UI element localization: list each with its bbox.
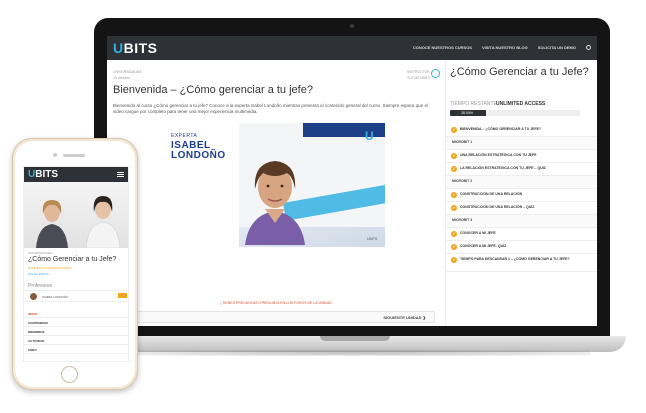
mobile-nav: UBITS (24, 167, 128, 182)
section-header[interactable]: MICROBIT 1 (446, 137, 597, 150)
lesson-item-label: CONOCER A MI JEFE (460, 231, 496, 235)
time-remaining-label: TIEMPO RESTANTE (450, 101, 497, 107)
course-cover-image (24, 182, 128, 248)
phone-speaker (63, 154, 85, 157)
course-title: ¿Cómo Gerenciar a tu Jefe? (450, 66, 589, 78)
check-icon: ✓ (451, 127, 457, 133)
tab-actividad[interactable]: ACTIVIDAD (24, 336, 128, 345)
lesson-item[interactable]: ✓ UNA RELACIÓN ESTRATÉGICA CON TU JEFE (446, 150, 597, 163)
lesson-item[interactable]: ✓ LA RELACIÓN ESTRATÉGICA CON TU JEFE – Q… (446, 163, 597, 176)
course-sidebar: ¿Cómo Gerenciar a tu Jefe? TIEMPO RESTAN… (445, 60, 597, 326)
professor-name: ISABEL LONDOÑO (42, 295, 69, 299)
phone-home-button (61, 366, 78, 383)
ubits-logo[interactable]: UBITS (113, 40, 158, 56)
lesson-item[interactable]: ✓ CONOCER A MI JEFE- QUIZ (446, 241, 597, 254)
check-icon: ✓ (451, 257, 457, 263)
lesson-item-label: CONSTRUCCIÓN DE UNA RELACIÓN (460, 192, 523, 196)
lesson-item[interactable]: ✓ CONOCER A MI JEFE (446, 228, 597, 241)
tab-inicio[interactable]: INICIO (24, 309, 128, 318)
tab-contenidos[interactable]: CONTENIDOS (24, 318, 128, 327)
professor-row[interactable]: ISABEL LONDOÑO (24, 290, 128, 302)
video-brand-small: UBITS (367, 237, 378, 241)
lesson-item[interactable]: ✓ CONSTRUCCIÓN DE UNA RELACIÓN – QUIZ (446, 202, 597, 215)
lesson-item-label: LA RELACIÓN ESTRATÉGICA CON TU JEFE – QU… (460, 166, 546, 170)
video-expert-label: EXPERTA (171, 133, 198, 139)
laptop-camera (350, 24, 354, 28)
tab-foro[interactable]: FORO (24, 345, 128, 354)
instructor-avatar (431, 69, 440, 78)
laptop-shadow (120, 350, 590, 356)
section-header[interactable]: MICROBIT 2 (446, 176, 597, 189)
lesson-item-label: UNA RELACIÓN ESTRATÉGICA CON TU JEFE (460, 153, 537, 157)
next-unit-button[interactable]: SIGUIENTE UNIDAD ❯ (383, 315, 426, 320)
lesson-item-label: CONOCER A MI JEFE- QUIZ (460, 244, 507, 248)
lesson-meta: UNIVERSIDADES 15 minutos (113, 69, 142, 81)
top-nav: UBITS CONOCE NUESTROS CURSOS VISITA NUES… (107, 36, 597, 60)
lesson-item-label: MICROBIT 3 (452, 218, 473, 222)
video-expert-last-name: LONDOÑO (171, 150, 226, 161)
lesson-description: Bienvenido al curso ¿Cómo gerenciar a tu… (113, 103, 428, 114)
professor-avatar (30, 293, 37, 300)
section-header[interactable]: MICROBIT 3 (446, 215, 597, 228)
phone-camera (53, 153, 57, 157)
nav-link-demo[interactable]: SOLICITA UN DEMO (538, 45, 576, 50)
lesson-item-label: TIEMPO PARA DESCANSAR 1 – ¿CÓMO GERENCIA… (460, 257, 570, 261)
access-label: UNLIMITED ACCESS (496, 101, 546, 107)
enrolled-count: 204 ALUMNOS (28, 272, 49, 276)
tab-miembros[interactable]: MIEMBROS (24, 327, 128, 336)
professors-heading: Profesores (28, 283, 53, 289)
check-icon: ✓ (451, 231, 457, 237)
phone-screen: UBITS UNIVERSIDADES ¿Cómo Gerenciar a tu… (23, 166, 129, 362)
lesson-item-label: MICROBIT 2 (452, 179, 473, 183)
mobile-ubits-logo[interactable]: UBITS (28, 169, 58, 180)
check-icon: ✓ (451, 166, 457, 172)
search-icon[interactable] (586, 45, 591, 50)
expert-portrait (245, 161, 305, 245)
laptop-notch (320, 336, 390, 341)
lesson-list: ✓ BIENVENIDA – ¿CÓMO GERENCIAR A TU JEFE?… (446, 124, 597, 272)
lesson-item[interactable]: ✓ CONSTRUCCIÓN DE UNA RELACIÓN (446, 189, 597, 202)
video-player[interactable]: U EXPERTA ISABEL LONDOÑO UBITS (163, 123, 385, 247)
lesson-main: UNIVERSIDADES 15 minutos INSTRUCTOR TUTO… (107, 60, 445, 326)
instructor-meta: INSTRUCTOR TUTOR UBITS (407, 69, 430, 81)
mobile-tabs: INICIO CONTENIDOS MIEMBROS ACTIVIDAD FOR… (24, 309, 128, 354)
forum-prompt[interactable]: ¿TIENES PREGUNTAS? PREGUNTA EN LOS FOROS… (107, 301, 445, 305)
lesson-item-label: BIENVENIDA – ¿CÓMO GERENCIAR A TU JEFE? (460, 127, 542, 131)
progress-percent: 28.00% (461, 111, 473, 115)
nav-links: CONOCE NUESTROS CURSOS VISITA NUESTRO BL… (413, 45, 591, 50)
video-brand-mark: U (365, 129, 374, 143)
check-icon: ✓ (451, 153, 457, 159)
lesson-item[interactable]: ✓ TIEMPO PARA DESCANSAR 1 – ¿CÓMO GERENCI… (446, 254, 597, 272)
woman-portrait-left (36, 200, 68, 248)
laptop-screen: UBITS CONOCE NUESTROS CURSOS VISITA NUES… (107, 36, 597, 326)
check-icon: ✓ (451, 205, 457, 211)
lesson-title: Bienvenida – ¿Cómo gerenciar a tu jefe? (113, 84, 313, 96)
nav-link-blog[interactable]: VISITA NUESTRO BLOG (482, 45, 528, 50)
hamburger-menu-icon[interactable] (117, 172, 124, 177)
lesson-duration: 15 minutos (113, 76, 131, 80)
instructor-name: TUTOR UBITS (407, 76, 431, 80)
mobile-breadcrumb[interactable]: UNIVERSIDADES (28, 251, 53, 255)
woman-portrait-right (85, 196, 121, 248)
professor-badge (118, 293, 127, 298)
mobile-course-title: ¿Cómo Gerenciar a tu Jefe? (28, 256, 117, 263)
check-icon: ✓ (451, 244, 457, 250)
nav-link-courses[interactable]: CONOCE NUESTROS CURSOS (413, 45, 472, 50)
lesson-item-label: CONSTRUCCIÓN DE UNA RELACIÓN – QUIZ (460, 205, 535, 209)
lesson-item[interactable]: ✓ BIENVENIDA – ¿CÓMO GERENCIAR A TU JEFE? (446, 124, 597, 137)
check-icon: ✓ (451, 192, 457, 198)
next-unit-bar: SIGUIENTE UNIDAD ❯ (133, 311, 435, 323)
rating-stars: ★★★★★ (0 CALIFICACIONES) (28, 266, 72, 270)
lesson-item-label: MICROBIT 1 (452, 140, 473, 144)
